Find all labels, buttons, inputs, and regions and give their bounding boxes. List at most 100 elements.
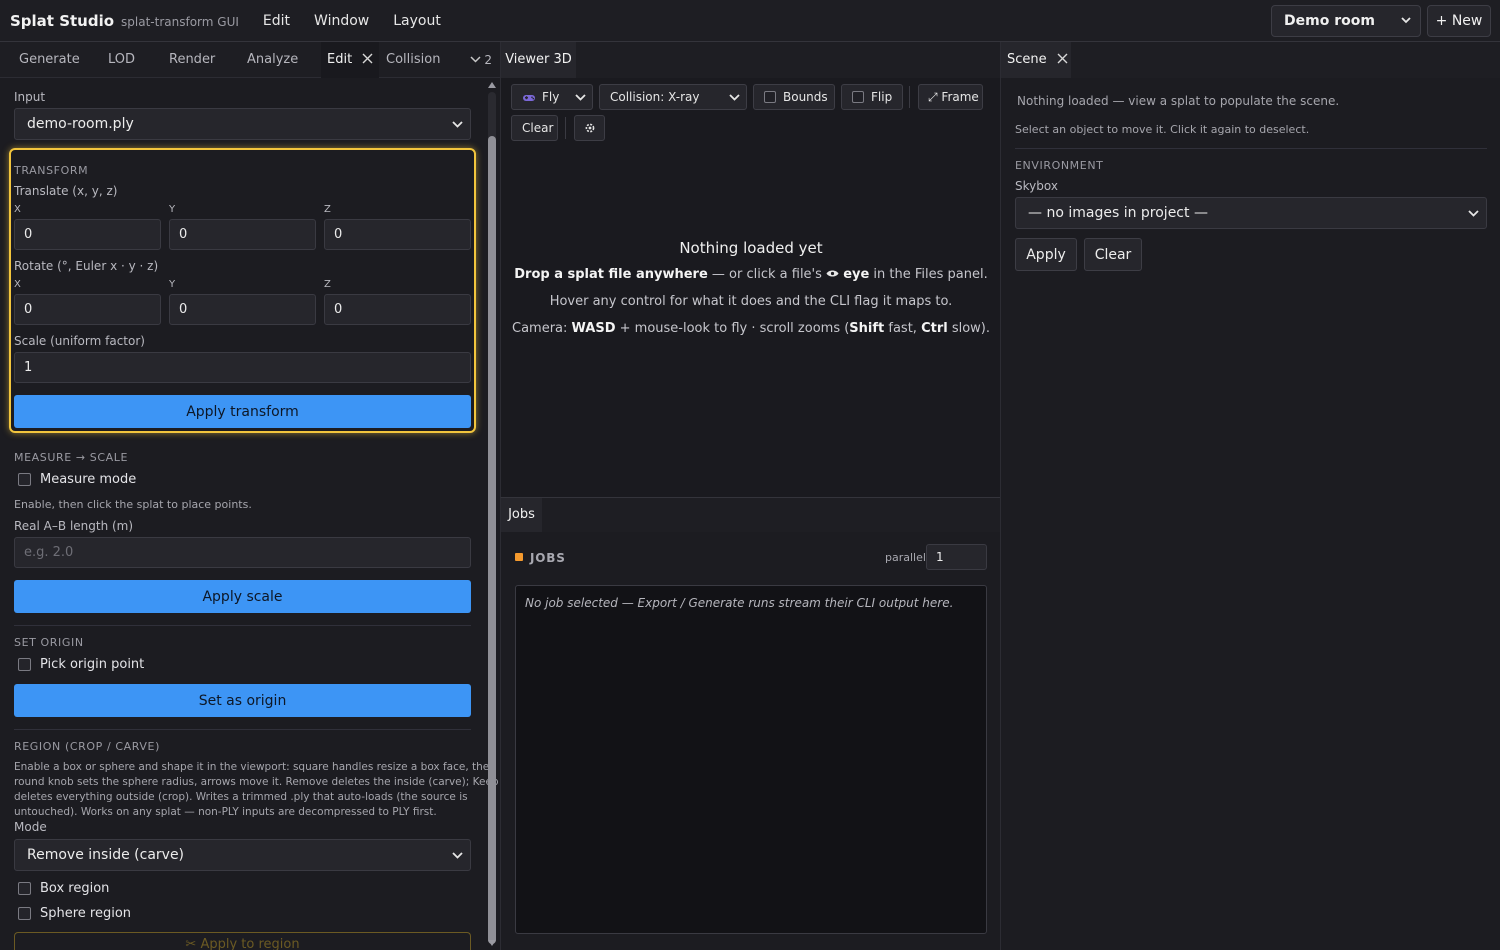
translate-x-input[interactable]: 0 xyxy=(14,219,161,250)
tab-jobs[interactable]: Jobs xyxy=(501,498,542,532)
tab-analyze[interactable]: Analyze xyxy=(247,42,298,78)
rotate-z-input[interactable]: 0 xyxy=(324,294,471,325)
chevron-down-icon xyxy=(575,94,586,101)
viewer-tab-bar: Viewer 3D xyxy=(501,42,1001,78)
camera-mode-select[interactable]: Fly xyxy=(511,84,593,110)
pick-origin-checkbox[interactable] xyxy=(18,658,31,671)
jobs-heading: JOBS xyxy=(530,551,566,565)
drop-hint-eye: eye xyxy=(843,267,870,282)
gamepad-icon xyxy=(523,94,535,101)
job-log-empty-text: No job selected — Export / Generate runs… xyxy=(525,596,954,610)
box-region-checkbox[interactable] xyxy=(18,882,31,895)
translate-z-input[interactable]: 0 xyxy=(324,219,471,250)
length-label: Real A–B length (m) xyxy=(14,519,134,533)
tab-scene[interactable]: Scene xyxy=(1001,42,1071,78)
tab-render[interactable]: Render xyxy=(169,42,215,78)
skybox-label: Skybox xyxy=(1015,179,1058,193)
jobs-panel: Jobs JOBS parallel 1 No job selected — E… xyxy=(500,497,1001,950)
scale-input[interactable]: 1 xyxy=(14,352,471,383)
tab-scene-label: Scene xyxy=(1007,52,1047,67)
app-window: Splat Studio splat-transform GUI Edit Wi… xyxy=(0,0,1500,950)
scroll-down-icon[interactable] xyxy=(487,938,497,948)
flip-checkbox[interactable] xyxy=(852,91,864,103)
measure-hint: Enable, then click the splat to place po… xyxy=(14,498,252,511)
tab-viewer-3d[interactable]: Viewer 3D xyxy=(501,42,576,78)
chevron-down-icon xyxy=(1468,210,1479,217)
skybox-value: — no images in project — xyxy=(1028,205,1208,221)
apply-scale-button[interactable]: Apply scale xyxy=(14,580,471,613)
job-log-output[interactable]: No job selected — Export / Generate runs… xyxy=(515,585,987,934)
tab-edit[interactable]: Edit xyxy=(321,42,380,78)
jobs-status-icon xyxy=(515,553,523,561)
frame-button[interactable]: ⤢ Frame xyxy=(918,84,983,110)
menu-layout[interactable]: Layout xyxy=(393,13,441,29)
clear-button[interactable]: Clear xyxy=(511,115,558,141)
sphere-region-checkbox[interactable] xyxy=(18,907,31,920)
region-description-line: round knob sets the sphere radius, arrow… xyxy=(14,776,499,788)
new-project-button[interactable]: + New xyxy=(1427,5,1491,37)
skybox-apply-button[interactable]: Apply xyxy=(1015,238,1077,271)
close-icon[interactable] xyxy=(1057,53,1068,64)
chevron-down-icon xyxy=(1401,17,1411,24)
rotate-x-input[interactable]: 0 xyxy=(14,294,161,325)
app-title: Splat Studio xyxy=(10,11,115,30)
scene-panel: Scene Nothing loaded — view a splat to p… xyxy=(1000,42,1500,950)
edit-panel: Generate LOD Render Analyze Edit Collisi… xyxy=(0,42,500,950)
close-icon[interactable] xyxy=(362,53,373,64)
set-origin-button[interactable]: Set as origin xyxy=(14,684,471,717)
input-file-value: demo-room.ply xyxy=(27,116,134,132)
skybox-select[interactable]: — no images in project — xyxy=(1015,197,1487,229)
menu-window[interactable]: Window xyxy=(314,13,369,29)
collision-mode-select[interactable]: Collision: X-ray xyxy=(599,84,747,110)
divider xyxy=(14,729,471,730)
translate-x-label: X xyxy=(14,204,21,215)
region-mode-select[interactable]: Remove inside (carve) xyxy=(14,839,471,871)
scale-label: Scale (uniform factor) xyxy=(14,334,145,348)
tab-overflow-menu[interactable]: 2 xyxy=(470,42,492,78)
top-bar: Splat Studio splat-transform GUI Edit Wi… xyxy=(0,0,1500,42)
flip-label: Flip xyxy=(871,90,893,104)
transform-heading: TRANSFORM xyxy=(14,164,89,177)
tab-collision[interactable]: Collision xyxy=(386,42,440,78)
rotate-label: Rotate (°, Euler x · y · z) xyxy=(14,259,159,273)
rotate-y-input[interactable]: 0 xyxy=(169,294,316,325)
translate-label: Translate (x, y, z) xyxy=(14,184,118,198)
region-mode-value: Remove inside (carve) xyxy=(27,847,185,863)
drop-hint-bold: Drop a splat file anywhere xyxy=(514,267,708,282)
skybox-clear-button[interactable]: Clear xyxy=(1084,238,1142,271)
menu-edit[interactable]: Edit xyxy=(263,13,290,29)
region-heading: REGION (CROP / CARVE) xyxy=(14,740,160,753)
apply-to-region-button[interactable]: ✂ Apply to region xyxy=(14,932,471,950)
camera-hint-b: + mouse-look to fly · scroll zooms ( xyxy=(615,321,850,336)
apply-transform-button[interactable]: Apply transform xyxy=(14,395,471,428)
scene-hint: Select an object to move it. Click it ag… xyxy=(1015,123,1310,136)
measure-mode-checkbox[interactable] xyxy=(18,473,31,486)
project-select-value: Demo room xyxy=(1284,13,1375,29)
length-input[interactable]: e.g. 2.0 xyxy=(14,537,471,568)
tab-edit-label: Edit xyxy=(327,52,353,67)
translate-y-input[interactable]: 0 xyxy=(169,219,316,250)
eye-icon xyxy=(826,270,839,277)
left-panel-scrollbar[interactable] xyxy=(486,80,498,950)
gear-icon xyxy=(585,123,595,133)
pick-origin-label: Pick origin point xyxy=(40,657,145,672)
camera-hint-c: fast, xyxy=(884,321,922,336)
chevron-down-icon xyxy=(470,56,481,63)
bounds-checkbox[interactable] xyxy=(764,91,776,103)
project-select[interactable]: Demo room xyxy=(1271,5,1421,37)
camera-hint-wasd: WASD xyxy=(571,321,616,336)
parallel-input[interactable]: 1 xyxy=(926,544,987,570)
region-description-line: untouched). Works on any splat — non-PLY… xyxy=(14,806,437,818)
bounds-toggle[interactable]: Bounds xyxy=(753,84,835,110)
tab-lod[interactable]: LOD xyxy=(108,42,135,78)
camera-hint-shift: Shift xyxy=(849,321,885,336)
input-file-select[interactable]: demo-room.ply xyxy=(14,108,471,140)
scroll-up-icon[interactable] xyxy=(487,80,497,90)
flip-toggle[interactable]: Flip xyxy=(841,84,903,110)
scroll-thumb[interactable] xyxy=(488,136,496,944)
settings-button[interactable] xyxy=(574,115,605,141)
empty-viewer-camera-hint: Camera: WASD + mouse-look to fly · scrol… xyxy=(501,321,1001,336)
empty-viewer-title: Nothing loaded yet xyxy=(679,239,823,257)
empty-viewer-drop-hint: Drop a splat file anywhere — or click a … xyxy=(501,267,1001,282)
tab-generate[interactable]: Generate xyxy=(19,42,80,78)
